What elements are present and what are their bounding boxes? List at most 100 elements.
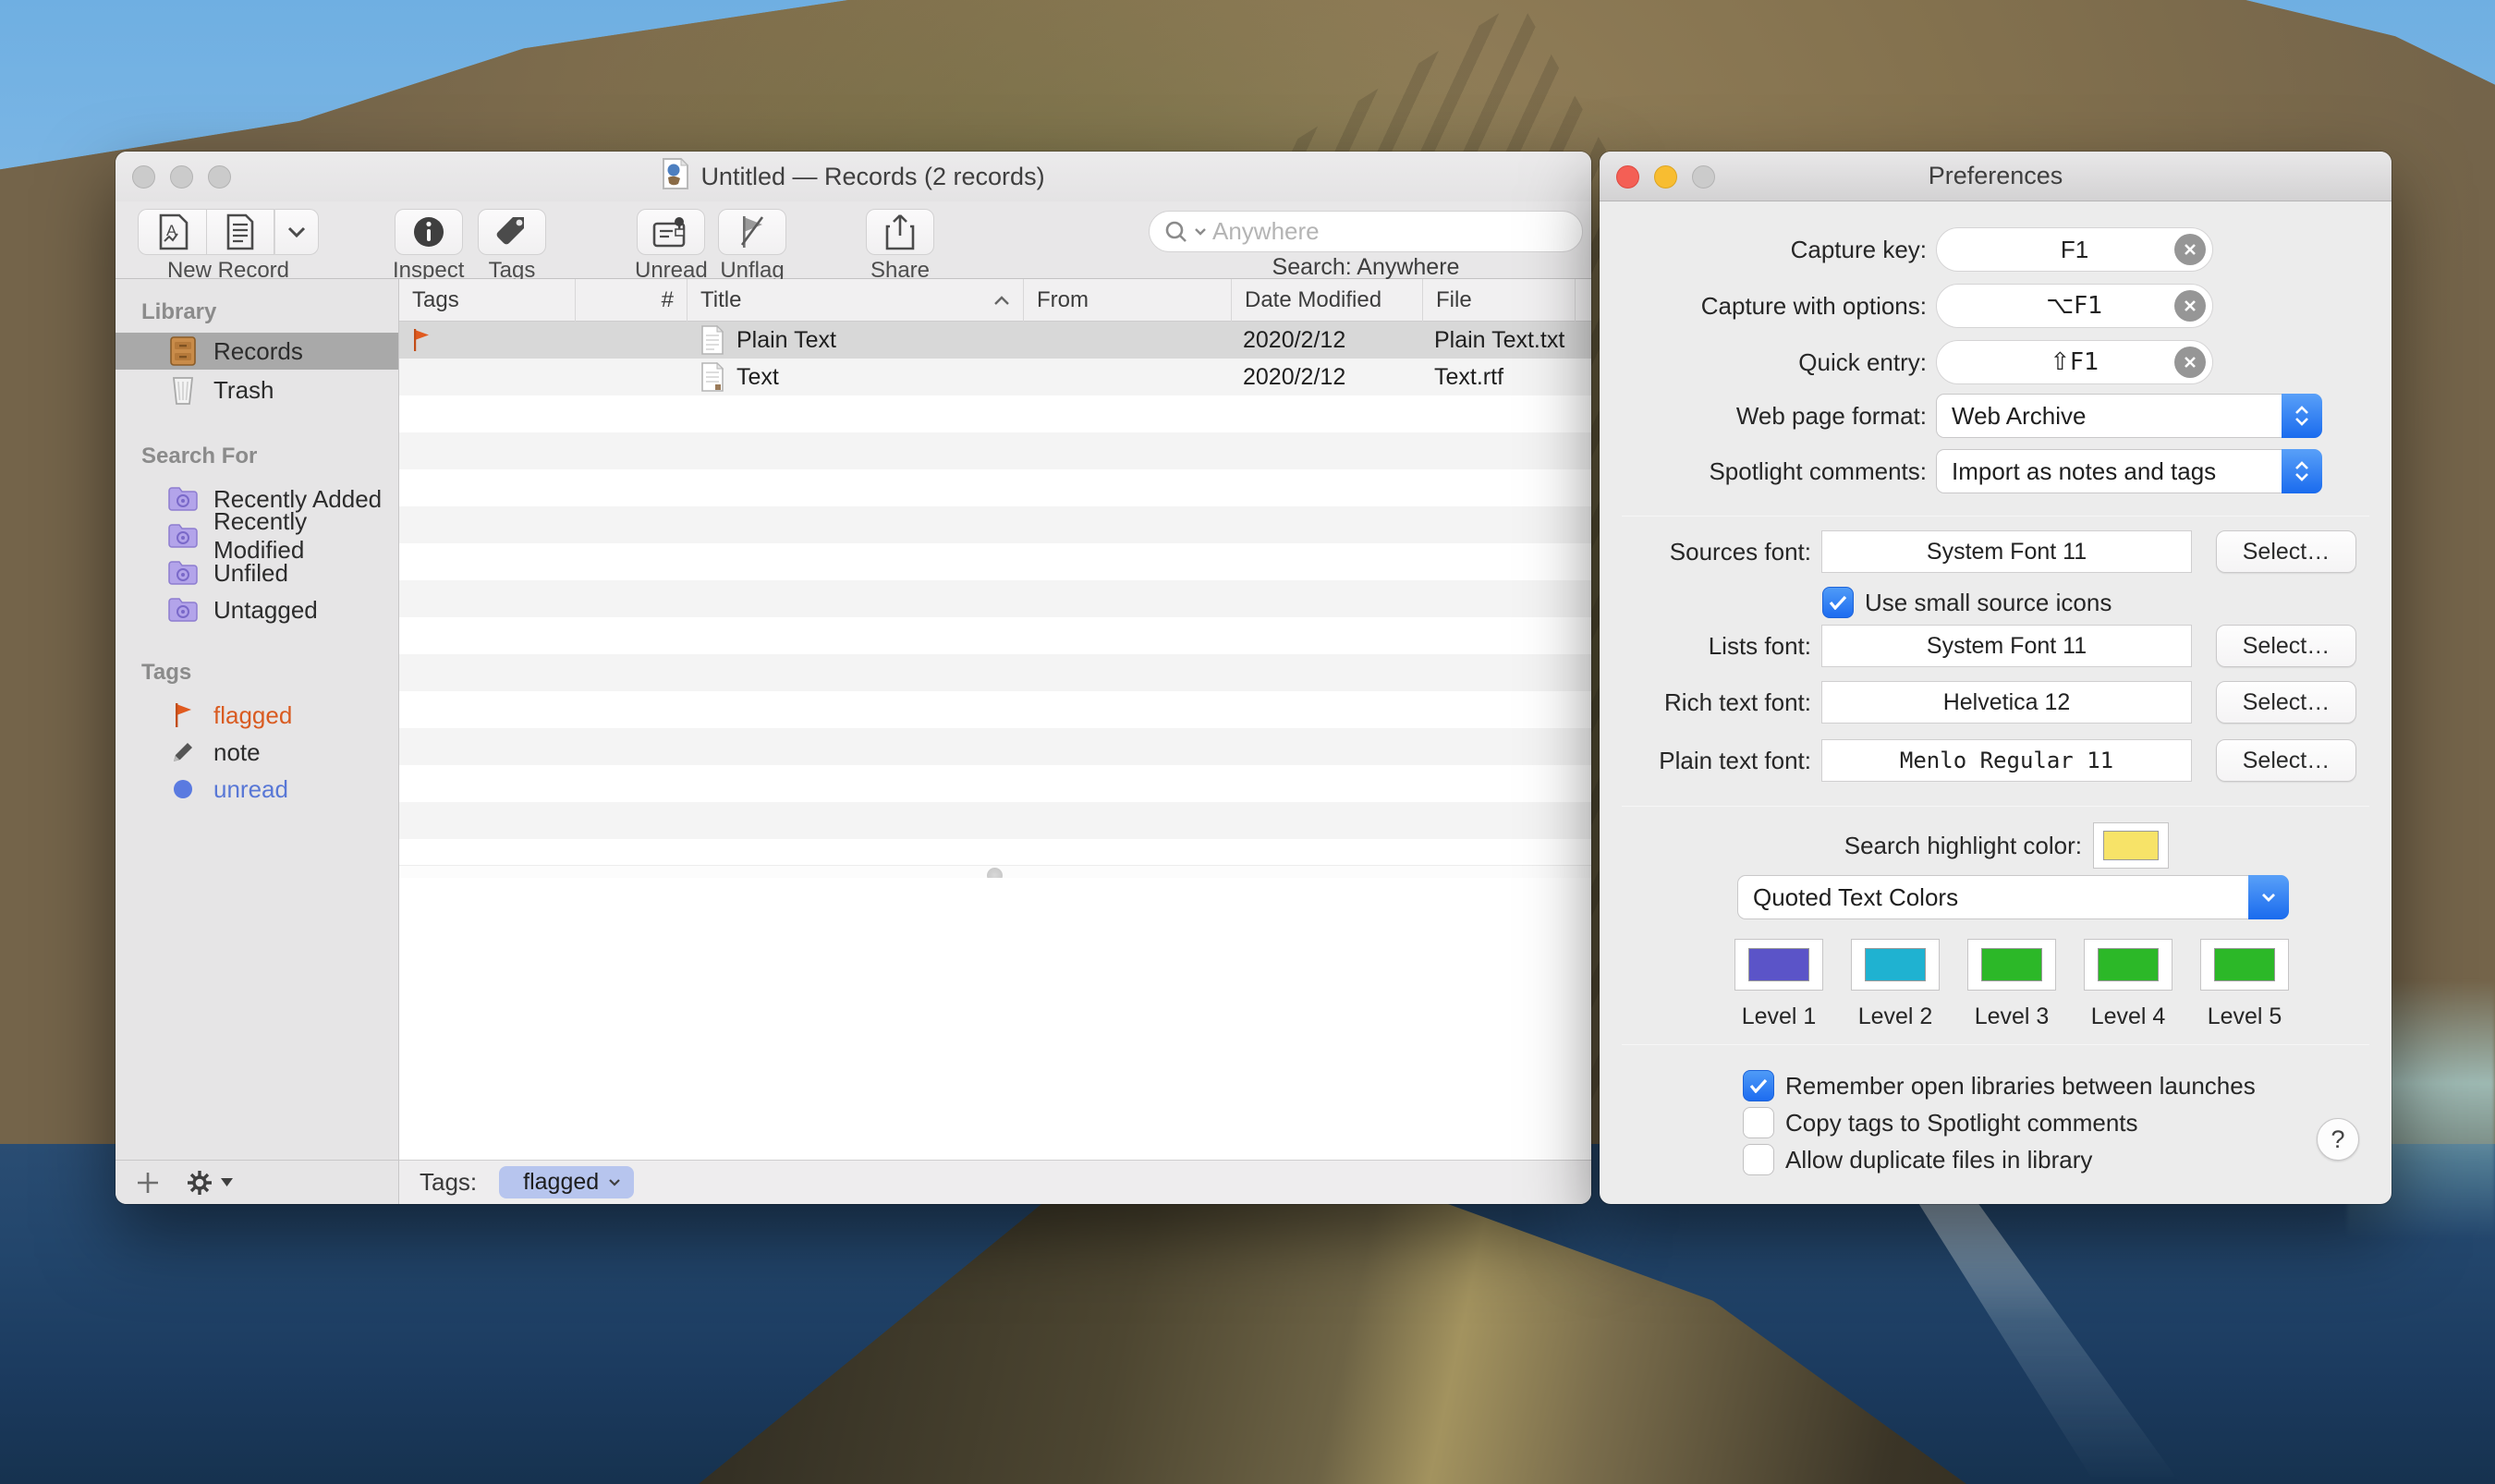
action-menu-button[interactable] [186, 1169, 233, 1197]
copy-tags-checkbox[interactable] [1743, 1107, 1774, 1138]
record-preview-pane [399, 878, 1591, 1160]
unread-button[interactable] [637, 209, 705, 255]
text-document-icon: A [157, 213, 189, 250]
lists-font-select-button[interactable]: Select… [2216, 625, 2356, 667]
small-source-icons-checkbox[interactable] [1822, 587, 1854, 618]
table-row[interactable]: Plain Text 2020/2/12 Plain Text.txt [399, 322, 1591, 359]
main-titlebar[interactable]: Untitled — Records (2 records) [116, 152, 1591, 201]
capture-options-field[interactable]: ⌥F1 [1936, 284, 2213, 328]
level-4-label: Level 4 [2091, 1004, 2166, 1030]
column-header-file[interactable]: File [1423, 279, 1576, 322]
tags-button[interactable] [478, 209, 546, 255]
tags-group: Tags [478, 209, 546, 284]
minimize-button[interactable] [1654, 165, 1677, 189]
sidebar-item-unfiled[interactable]: Unfiled [116, 554, 398, 591]
sources-font-label: Sources font: [1600, 538, 1811, 566]
quick-entry-field[interactable]: ⇧F1 [1936, 340, 2213, 384]
rich-text-font-select-button[interactable]: Select… [2216, 681, 2356, 724]
sidebar-item-trash[interactable]: Trash [116, 371, 398, 408]
column-header-date-modified[interactable]: Date Modified [1232, 279, 1423, 322]
empty-row-stripes [399, 395, 1591, 869]
level-4-swatch [2098, 948, 2159, 981]
clear-button[interactable] [2174, 347, 2206, 378]
unread-message-icon [651, 214, 690, 249]
capture-key-field[interactable]: F1 [1936, 227, 2213, 272]
help-button[interactable]: ? [2317, 1118, 2359, 1161]
column-header-from[interactable]: From [1024, 279, 1232, 322]
sidebar-item-tag-unread[interactable]: unread [116, 771, 398, 808]
popup-chevron-icon [2248, 875, 2289, 919]
web-page-format-label: Web page format: [1600, 402, 1927, 431]
preferences-window: Preferences Capture key: F1 Capture with… [1600, 152, 2392, 1204]
column-header-title[interactable]: Title [688, 279, 1024, 322]
search-highlight-color-well[interactable] [2093, 822, 2169, 869]
records-cabinet-icon [167, 335, 199, 367]
close-button[interactable] [132, 165, 155, 189]
level-1-swatch [1748, 948, 1809, 981]
smart-folder-icon [167, 594, 199, 626]
small-source-icons-label: Use small source icons [1865, 589, 2112, 617]
new-record-dropdown-button[interactable] [274, 209, 319, 255]
x-icon [2183, 242, 2197, 257]
blue-dot-icon [167, 773, 199, 805]
web-page-format-popup[interactable]: Web Archive [1936, 394, 2322, 438]
level-5: Level 5 [2200, 939, 2289, 1030]
column-options-button[interactable] [1576, 279, 1591, 322]
search-highlight-label: Search highlight color: [1600, 832, 2082, 860]
sidebar-item-tag-flagged[interactable]: flagged [116, 697, 398, 734]
new-text-record-button[interactable]: A [138, 209, 206, 255]
minimize-button[interactable] [170, 165, 193, 189]
level-2-color-well[interactable] [1851, 939, 1940, 991]
tags-field-label: Tags: [420, 1168, 477, 1197]
sidebar-section-library: Library [141, 299, 216, 325]
spotlight-comments-popup[interactable]: Import as notes and tags [1936, 449, 2322, 493]
level-1-color-well[interactable] [1734, 939, 1823, 991]
unflag-button[interactable] [718, 209, 786, 255]
sidebar-item-tag-note[interactable]: note [116, 734, 398, 771]
zoom-button[interactable] [208, 165, 231, 189]
share-button[interactable] [866, 209, 934, 255]
close-button[interactable] [1616, 165, 1639, 189]
sidebar-item-untagged[interactable]: Untagged [116, 591, 398, 628]
column-header-number[interactable]: # [576, 279, 688, 322]
sidebar-item-recently-modified[interactable]: Recently Modified [116, 517, 398, 554]
trash-icon [167, 374, 199, 406]
small-source-icons-row[interactable]: Use small source icons [1822, 587, 2112, 618]
new-rich-record-button[interactable] [206, 209, 274, 255]
tag-token-flagged[interactable]: flagged [499, 1166, 634, 1198]
level-5-color-well[interactable] [2200, 939, 2289, 991]
copy-tags-row[interactable]: Copy tags to Spotlight comments [1743, 1107, 2138, 1138]
sidebar-item-records[interactable]: Records [116, 333, 398, 370]
quoted-text-colors-popup[interactable]: Quoted Text Colors [1737, 875, 2289, 919]
allow-duplicates-row[interactable]: Allow duplicate files in library [1743, 1144, 2092, 1175]
search-placeholder: Anywhere [1212, 217, 1320, 246]
add-source-button[interactable] [136, 1171, 160, 1195]
allow-duplicates-checkbox[interactable] [1743, 1144, 1774, 1175]
prefs-titlebar[interactable]: Preferences [1600, 152, 2392, 201]
row-file: Plain Text.txt [1434, 327, 1564, 354]
window-title: Untitled — Records (2 records) [700, 163, 1044, 191]
lists-font-label: Lists font: [1600, 632, 1811, 661]
table-row[interactable]: Text 2020/2/12 Text.rtf [399, 359, 1591, 395]
pane-splitter[interactable] [399, 865, 1591, 878]
row-title: Text [736, 364, 779, 391]
level-3-color-well[interactable] [1967, 939, 2056, 991]
column-header-tags[interactable]: Tags [399, 279, 576, 322]
search-status: Search: Anywhere [1149, 254, 1583, 281]
remember-libraries-row[interactable]: Remember open libraries between launches [1743, 1070, 2256, 1101]
sources-font-select-button[interactable]: Select… [2216, 530, 2356, 573]
plain-text-font-label: Plain text font: [1600, 747, 1811, 775]
clear-button[interactable] [2174, 234, 2206, 265]
info-icon [412, 215, 445, 249]
copy-tags-label: Copy tags to Spotlight comments [1785, 1109, 2138, 1137]
search-input[interactable]: Anywhere [1149, 211, 1583, 252]
inspect-button[interactable] [395, 209, 463, 255]
level-4-color-well[interactable] [2084, 939, 2172, 991]
clear-button[interactable] [2174, 290, 2206, 322]
remember-libraries-checkbox[interactable] [1743, 1070, 1774, 1101]
plain-text-font-select-button[interactable]: Select… [2216, 739, 2356, 782]
chevron-down-icon [287, 226, 306, 237]
spotlight-comments-row: Spotlight comments: Import as notes and … [1600, 449, 2322, 493]
token-chevron-icon [608, 1178, 621, 1187]
pencil-icon [167, 736, 199, 768]
